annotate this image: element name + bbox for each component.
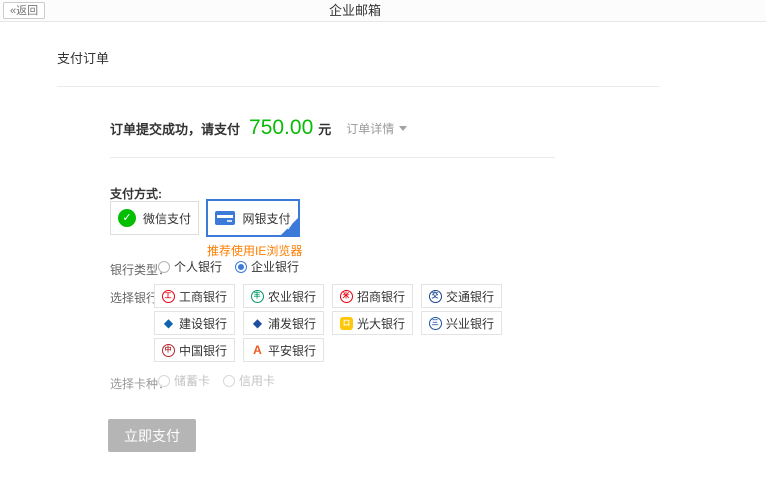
bank-card-icon xyxy=(215,211,235,225)
bank-button-ceb[interactable]: 口 光大银行 xyxy=(332,311,413,335)
bank-name: 平安银行 xyxy=(268,342,316,359)
bank-grid: 工 工商银行 丰 农业银行 米 招商银行 交 交通银行 ◆ 建设银行 ◆ 浦发银… xyxy=(154,284,518,362)
pay-now-button[interactable]: 立即支付 xyxy=(108,419,196,452)
select-bank-label: 选择银行 xyxy=(110,289,158,306)
payment-method-label: 支付方式: xyxy=(110,185,162,202)
bank-name: 交通银行 xyxy=(446,288,494,305)
page-title: 支付订单 xyxy=(57,48,109,67)
radio-icon xyxy=(158,261,170,273)
bank-name: 中国银行 xyxy=(179,342,227,359)
bank-type-options: 个人银行 企业银行 xyxy=(158,258,299,275)
boc-bank-icon: 中 xyxy=(162,344,175,357)
bank-button-bocom[interactable]: 交 交通银行 xyxy=(421,284,502,308)
bank-name: 浦发银行 xyxy=(268,315,316,332)
selected-corner-check-icon: ✓ xyxy=(281,218,298,235)
order-currency: 元 xyxy=(318,119,331,138)
bank-button-abc[interactable]: 丰 农业银行 xyxy=(243,284,324,308)
card-type-options: 储蓄卡 信用卡 xyxy=(158,372,275,389)
icbc-bank-icon: 工 xyxy=(162,290,175,303)
order-status-text: 订单提交成功，请支付 xyxy=(110,119,240,138)
pingan-bank-icon: A xyxy=(251,344,264,357)
radio-debit-card[interactable]: 储蓄卡 xyxy=(158,372,210,389)
radio-personal-bank[interactable]: 个人银行 xyxy=(158,258,222,275)
section-divider xyxy=(110,157,555,158)
radio-icon xyxy=(223,375,235,387)
ceb-bank-icon: 口 xyxy=(340,317,353,330)
bank-name: 农业银行 xyxy=(268,288,316,305)
app-title: 企业邮箱 xyxy=(0,0,710,21)
bank-button-ccb[interactable]: ◆ 建设银行 xyxy=(154,311,235,335)
order-summary: 订单提交成功，请支付 750.00 元 订单详情 xyxy=(110,114,407,142)
radio-label: 储蓄卡 xyxy=(174,372,210,389)
bank-button-spdb[interactable]: ◆ 浦发银行 xyxy=(243,311,324,335)
order-details-toggle[interactable]: 订单详情 xyxy=(346,120,407,137)
wechat-pay-option[interactable]: ✓ 微信支付 xyxy=(110,201,199,235)
bank-name: 工商银行 xyxy=(179,288,227,305)
cmb-bank-icon: 米 xyxy=(340,290,353,303)
radio-label: 信用卡 xyxy=(239,372,275,389)
payment-method-name: 微信支付 xyxy=(143,210,191,227)
bank-name: 兴业银行 xyxy=(446,315,494,332)
spdb-bank-icon: ◆ xyxy=(251,317,264,330)
radio-icon xyxy=(158,375,170,387)
bank-button-cib[interactable]: 三 兴业银行 xyxy=(421,311,502,335)
radio-enterprise-bank[interactable]: 企业银行 xyxy=(235,258,299,275)
bocom-bank-icon: 交 xyxy=(429,290,442,303)
ccb-bank-icon: ◆ xyxy=(162,317,175,330)
ie-browser-tip: 推荐使用IE浏览器 xyxy=(207,242,302,259)
bank-name: 光大银行 xyxy=(357,315,405,332)
chevron-down-icon xyxy=(399,126,407,131)
bank-name: 建设银行 xyxy=(179,315,227,332)
bank-button-boc[interactable]: 中 中国银行 xyxy=(154,338,235,362)
radio-label: 个人银行 xyxy=(174,258,222,275)
radio-icon xyxy=(235,261,247,273)
bank-button-icbc[interactable]: 工 工商银行 xyxy=(154,284,235,308)
section-divider xyxy=(57,86,660,87)
order-amount: 750.00 xyxy=(249,116,313,140)
topbar: «返回 企业邮箱 xyxy=(0,0,766,22)
cib-bank-icon: 三 xyxy=(429,317,442,330)
payment-page: «返回 企业邮箱 支付订单 订单提交成功，请支付 750.00 元 订单详情 支… xyxy=(0,0,766,494)
radio-credit-card[interactable]: 信用卡 xyxy=(223,372,275,389)
bank-button-cmb[interactable]: 米 招商银行 xyxy=(332,284,413,308)
radio-label: 企业银行 xyxy=(251,258,299,275)
ebank-pay-option-selected[interactable]: 网银支付 ✓ xyxy=(206,199,300,237)
bank-button-pingan[interactable]: A 平安银行 xyxy=(243,338,324,362)
order-details-label: 订单详情 xyxy=(346,120,394,137)
wechat-pay-icon: ✓ xyxy=(118,209,136,227)
bank-name: 招商银行 xyxy=(357,288,405,305)
abc-bank-icon: 丰 xyxy=(251,290,264,303)
